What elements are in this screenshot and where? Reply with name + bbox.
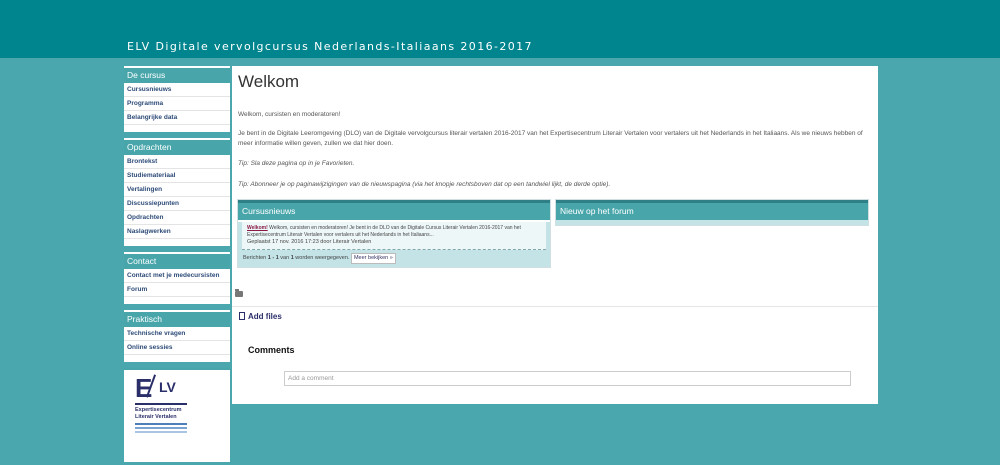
nav-heading: Opdrachten — [124, 138, 230, 155]
nav-block-opdrachten: Opdrachten Brontekst Studiemateriaal Ver… — [124, 138, 230, 246]
divider — [232, 306, 878, 307]
tip-favorites: Tip: Sla deze pagina op in je Favorieten… — [238, 160, 355, 167]
intro-text: Je bent in de Digitale Leeromgeving (DLO… — [238, 130, 863, 147]
forum-panel: Nieuw op het forum — [555, 199, 869, 226]
nav-block-praktisch: Praktisch Technische vragen Online sessi… — [124, 310, 230, 362]
logo-mark-lv: LV — [159, 379, 176, 395]
sidebar-item-programma[interactable]: Programma — [124, 97, 230, 111]
sidebar-item-brontekst[interactable]: Brontekst — [124, 155, 230, 169]
sidebar-item-belangrijke-data[interactable]: Belangrijke data — [124, 111, 230, 125]
news-entry: Welkom! Welkom, cursisten en moderatoren… — [242, 222, 546, 250]
welcome-text: Welkom, cursisten en moderatoren! — [238, 111, 341, 118]
news-link[interactable]: Welkom! — [247, 225, 268, 231]
sidebar-item-naslagwerken[interactable]: Naslagwerken — [124, 225, 230, 239]
course-news-panel: Cursusnieuws Welkom! Welkom, cursisten e… — [237, 199, 551, 268]
header-bar: ELV Digitale vervolgcursus Nederlands-It… — [0, 0, 1000, 58]
sidebar-item-discussiepunten[interactable]: Discussiepunten — [124, 197, 230, 211]
sidebar-item-studiemateriaal[interactable]: Studiemateriaal — [124, 169, 230, 183]
panel-title: Nieuw op het forum — [556, 200, 868, 220]
nav-block-cursus: De cursus Cursusnieuws Programma Belangr… — [124, 66, 230, 132]
news-footer: Berichten 1 - 1 van 1 worden weergegeven… — [238, 250, 550, 267]
nav-heading: Praktisch — [124, 310, 230, 327]
comment-input[interactable] — [284, 371, 851, 386]
logo-text: Expertisecentrum Literair Vertalen — [135, 407, 182, 420]
folder-icon — [235, 289, 243, 297]
file-icon — [239, 312, 245, 320]
main-content: Welkom Welkom, cursisten en moderatoren!… — [232, 66, 878, 404]
site-title[interactable]: ELV Digitale vervolgcursus Nederlands-It… — [127, 40, 533, 53]
page-title: Welkom — [238, 72, 300, 91]
sidebar-item-vertalingen[interactable]: Vertalingen — [124, 183, 230, 197]
view-more-button[interactable]: Meer bekijken » — [350, 253, 396, 264]
news-meta: Geplaatst 17 nov. 2016 17:23 door Litera… — [247, 239, 372, 245]
news-excerpt: Welkom, cursisten en moderatoren! Je ben… — [247, 225, 521, 238]
sidebar-item-forum[interactable]: Forum — [124, 283, 230, 297]
tip-subscribe: Tip: Abonneer je op paginawijzigingen va… — [238, 181, 611, 188]
nav-block-contact: Contact Contact met je medecursisten For… — [124, 252, 230, 304]
sidebar-item-online-sessies[interactable]: Online sessies — [124, 341, 230, 355]
sidebar-item-opdrachten[interactable]: Opdrachten — [124, 211, 230, 225]
sidebar-item-cursusnieuws[interactable]: Cursusnieuws — [124, 83, 230, 97]
elv-logo: E LV Expertisecentrum Literair Vertalen — [124, 368, 230, 462]
add-files-button[interactable]: Add files — [239, 312, 282, 321]
nav-heading: De cursus — [124, 66, 230, 83]
comments-title: Comments — [248, 345, 295, 355]
sidebar: De cursus Cursusnieuws Programma Belangr… — [124, 66, 230, 462]
nav-heading: Contact — [124, 252, 230, 269]
sidebar-item-technische-vragen[interactable]: Technische vragen — [124, 327, 230, 341]
panel-title: Cursusnieuws — [238, 200, 550, 220]
sidebar-item-contact[interactable]: Contact met je medecursisten — [124, 269, 230, 283]
